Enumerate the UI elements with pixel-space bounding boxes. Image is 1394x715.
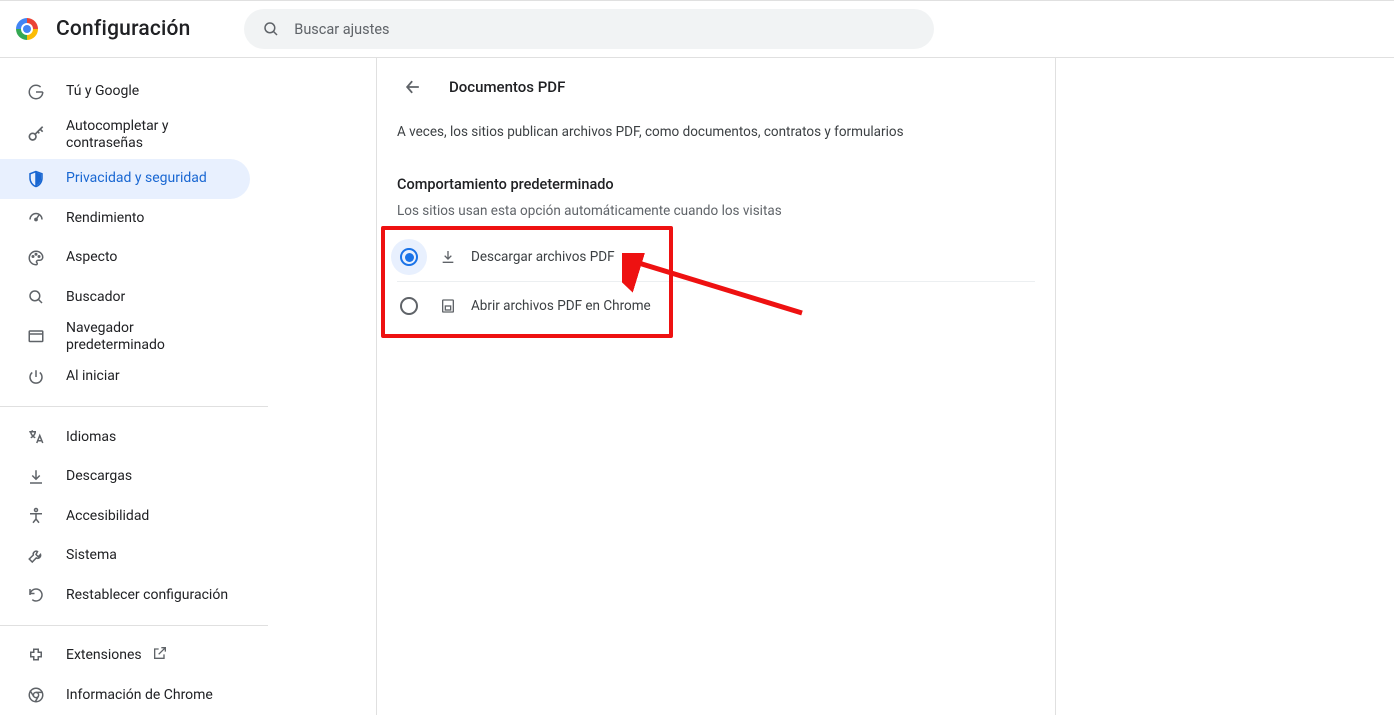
sidebar-item-label: Navegador predeterminado (66, 320, 230, 354)
chrome-logo-icon (16, 18, 38, 40)
sidebar-item-accessibility[interactable]: Accesibilidad (0, 496, 250, 536)
radio-unselected-icon (400, 297, 418, 315)
page-title: Documentos PDF (449, 78, 565, 96)
section-subtitle: Los sitios usan esta opción automáticame… (377, 193, 1055, 219)
option-label: Descargar archivos PDF (471, 249, 615, 265)
sidebar-item-downloads[interactable]: Descargas (0, 457, 250, 497)
accessibility-icon (26, 506, 46, 526)
download-icon (26, 467, 46, 487)
sidebar-item-reset[interactable]: Restablecer configuración (0, 575, 250, 615)
options-group: Descargar archivos PDF Abrir archivos PD… (397, 233, 1035, 329)
sidebar-item-label: Extensiones (66, 647, 142, 664)
search-icon (26, 287, 46, 307)
open-in-new-icon (152, 645, 168, 666)
sidebar-item-label: Restablecer configuración (66, 587, 228, 604)
sidebar-item-label: Información de Chrome (66, 687, 213, 704)
option-download-pdf[interactable]: Descargar archivos PDF (397, 233, 1035, 281)
key-icon (26, 125, 46, 145)
google-g-icon (26, 82, 46, 102)
sidebar-item-system[interactable]: Sistema (0, 536, 250, 576)
page-description: A veces, los sitios publican archivos PD… (377, 116, 1055, 140)
sidebar-item-label: Autocompletar y contraseñas (66, 118, 230, 152)
extension-icon (26, 646, 46, 666)
sidebar-item-label: Sistema (66, 547, 117, 564)
sidebar-item-label: Rendimiento (66, 210, 144, 227)
chrome-icon (26, 685, 46, 705)
sidebar-item-label: Descargas (66, 468, 132, 485)
sidebar-item-label: Idiomas (66, 429, 116, 446)
sidebar-item-about[interactable]: Información de Chrome (0, 676, 250, 715)
option-open-pdf[interactable]: Abrir archivos PDF en Chrome (397, 281, 1035, 329)
wrench-icon (26, 546, 46, 566)
sidebar-item-label: Privacidad y seguridad (66, 170, 207, 187)
section-title: Comportamiento predeterminado (377, 140, 1055, 193)
sidebar-item-autofill[interactable]: Autocompletar y contraseñas (0, 112, 250, 159)
sidebar-item-performance[interactable]: Rendimiento (0, 199, 250, 239)
browser-icon (26, 327, 46, 347)
palette-icon (26, 248, 46, 268)
download-icon (439, 248, 457, 266)
search-placeholder: Buscar ajustes (294, 21, 389, 38)
sidebar-item-appearance[interactable]: Aspecto (0, 238, 250, 278)
sidebar-item-extensions[interactable]: Extensiones (0, 636, 250, 676)
app-header: Configuración Buscar ajustes (0, 0, 1394, 58)
sidebar-item-label: Tú y Google (66, 83, 139, 100)
sidebar-divider (0, 625, 268, 626)
power-icon (26, 367, 46, 387)
sidebar-item-label: Buscador (66, 289, 125, 306)
sidebar-item-label: Aspecto (66, 249, 117, 266)
sidebar-item-on-startup[interactable]: Al iniciar (0, 357, 250, 397)
sidebar-item-search-engine[interactable]: Buscador (0, 278, 250, 318)
sidebar-item-languages[interactable]: Idiomas (0, 417, 250, 457)
sidebar-item-label: Accesibilidad (66, 508, 149, 525)
app-title: Configuración (56, 17, 191, 41)
back-button[interactable] (397, 71, 429, 103)
sidebar: Tú y Google Autocompletar y contraseñas … (0, 58, 268, 715)
search-icon (262, 20, 280, 38)
translate-icon (26, 427, 46, 447)
speedometer-icon (26, 208, 46, 228)
pdf-icon (439, 297, 457, 315)
radio-selected-icon (400, 248, 418, 266)
sidebar-divider (0, 406, 268, 407)
shield-icon (26, 169, 46, 189)
search-input[interactable]: Buscar ajustes (244, 9, 934, 49)
option-label: Abrir archivos PDF en Chrome (471, 298, 651, 314)
sidebar-item-default-browser[interactable]: Navegador predeterminado (0, 317, 250, 357)
sidebar-item-you-and-google[interactable]: Tú y Google (0, 72, 250, 112)
reset-icon (26, 585, 46, 605)
sidebar-item-label: Al iniciar (66, 368, 120, 385)
arrow-left-icon (403, 77, 423, 97)
sidebar-item-privacy[interactable]: Privacidad y seguridad (0, 159, 250, 199)
content-pane: Documentos PDF A veces, los sitios publi… (376, 58, 1056, 715)
